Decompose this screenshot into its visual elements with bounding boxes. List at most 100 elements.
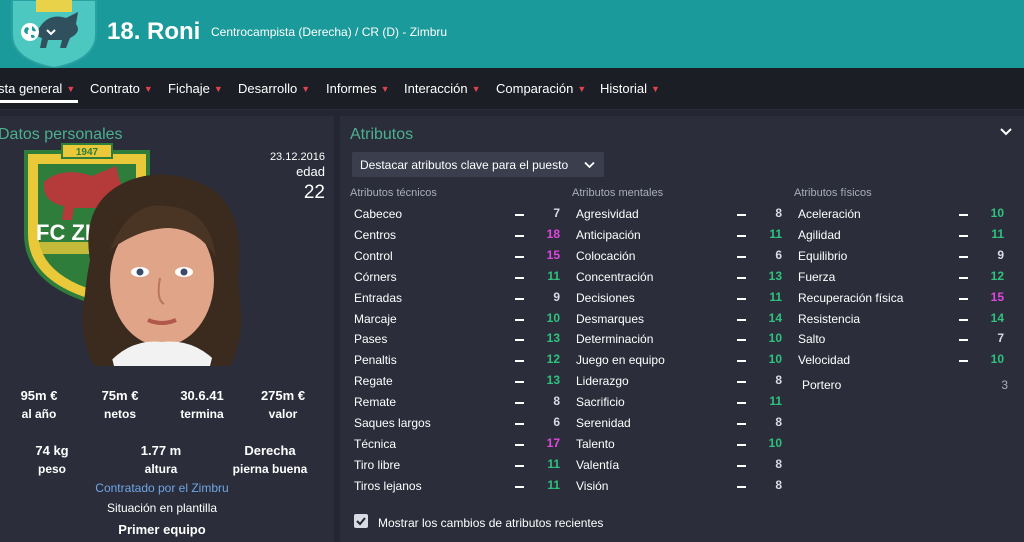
- attribute-value: 10: [546, 310, 560, 325]
- tab-reports[interactable]: Informes ▼: [326, 81, 390, 96]
- attribute-row[interactable]: Salto 7: [794, 329, 1004, 350]
- globe-icon[interactable]: [20, 22, 40, 42]
- age-label: edad: [296, 164, 325, 179]
- attribute-row[interactable]: Fuerza 12: [794, 267, 1004, 288]
- attribute-value: 11: [769, 226, 782, 241]
- attribute-row[interactable]: Desmarques 14: [572, 309, 782, 330]
- attribute-trend-icon: [959, 318, 968, 321]
- attribute-trend-icon: [959, 339, 968, 342]
- attribute-trend-icon: [737, 276, 746, 279]
- attribute-name: Técnica: [354, 436, 397, 451]
- attribute-row[interactable]: Entradas 9: [350, 288, 560, 309]
- contract-expiry-stat: 30.6.41 termina: [180, 388, 224, 421]
- attribute-name: Talento: [576, 436, 615, 451]
- attribute-name: Cabeceo: [354, 207, 403, 221]
- chevron-down-icon[interactable]: [45, 26, 57, 38]
- technical-header: Atributos técnicos: [350, 187, 437, 199]
- attribute-trend-icon: [515, 339, 524, 342]
- height-stat: 1.77 m altura: [140, 443, 182, 476]
- attribute-trend-icon: [515, 464, 524, 467]
- attribute-row[interactable]: Anticipación 11: [572, 225, 782, 246]
- attribute-trend-icon: [959, 276, 968, 279]
- attribute-row[interactable]: Sacrificio 11: [572, 392, 782, 413]
- attribute-row[interactable]: Decisiones 11: [572, 288, 782, 309]
- attribute-name: Entradas: [354, 290, 403, 305]
- contract-link[interactable]: Contratado por el Zimbru: [0, 481, 324, 495]
- attribute-row[interactable]: Penaltis 12: [350, 350, 560, 371]
- attribute-row[interactable]: Velocidad 10: [794, 350, 1004, 371]
- attribute-trend-icon: [959, 214, 968, 216]
- attribute-value: 8: [775, 477, 782, 492]
- attribute-row[interactable]: Juego en equipo 10: [572, 350, 782, 371]
- attribute-value: 13: [768, 268, 782, 283]
- attribute-row[interactable]: Córners 11: [350, 267, 560, 288]
- attribute-row[interactable]: Remate 8: [350, 392, 560, 413]
- attribute-row[interactable]: Agilidad 11: [794, 225, 1004, 246]
- attribute-trend-icon: [515, 402, 524, 405]
- attribute-name: Valentía: [576, 457, 620, 472]
- attribute-name: Equilibrio: [798, 248, 848, 263]
- attribute-row[interactable]: Serenidad 8: [572, 413, 782, 434]
- player-nav: sta general ▼ Contrato ▼ Fichaje ▼ Desarrol…: [0, 68, 1024, 110]
- attribute-value: 17: [546, 435, 560, 450]
- active-tab-indicator: [0, 100, 78, 103]
- attribute-row[interactable]: Cabeceo 7: [350, 204, 560, 225]
- attribute-row[interactable]: Tiro libre 11: [350, 455, 560, 476]
- attribute-value: 10: [768, 435, 782, 450]
- player-position: Centrocampista (Derecha) / CR (D) - Zimb…: [211, 25, 448, 39]
- attribute-row[interactable]: Talento 10: [572, 434, 782, 455]
- attribute-trend-icon: [515, 423, 524, 425]
- attribute-row[interactable]: Equilibrio 9: [794, 246, 1004, 267]
- attribute-row[interactable]: Concentración 13: [572, 267, 782, 288]
- tab-overview[interactable]: sta general ▼: [0, 81, 75, 96]
- attribute-row[interactable]: Colocación 6: [572, 246, 782, 267]
- attribute-row[interactable]: Tiros lejanos 11: [350, 476, 560, 497]
- attribute-trend-icon: [959, 360, 968, 363]
- attribute-row[interactable]: Liderazgo 8: [572, 371, 782, 392]
- attribute-value: 11: [547, 477, 560, 492]
- attribute-row[interactable]: Valentía 8: [572, 455, 782, 476]
- attribute-name: Agilidad: [798, 227, 841, 242]
- attribute-row[interactable]: Regate 13: [350, 371, 560, 392]
- attribute-row[interactable]: Agresividad 8: [572, 204, 782, 225]
- physical-header: Atributos físicos: [794, 187, 872, 199]
- tab-history[interactable]: Historial ▼: [600, 81, 660, 96]
- recent-changes-checkbox[interactable]: [354, 514, 368, 528]
- attribute-row[interactable]: Recuperación física 15: [794, 288, 1004, 309]
- attribute-trend-icon: [959, 234, 968, 237]
- chevron-down-icon: [584, 161, 595, 169]
- attribute-trend-icon: [515, 255, 524, 258]
- chevron-down-icon[interactable]: [1000, 127, 1012, 137]
- crest-year: 1947: [76, 147, 99, 158]
- tab-interaction[interactable]: Interacción ▼: [404, 81, 481, 96]
- highlight-attributes-dropdown[interactable]: Destacar atributos clave para el puesto: [352, 152, 604, 177]
- attribute-name: Regate: [354, 374, 393, 389]
- player-face-image: [82, 174, 242, 366]
- attribute-value: 11: [991, 226, 1004, 241]
- attribute-row[interactable]: Pases 13: [350, 329, 560, 350]
- attribute-name: Centros: [354, 227, 397, 242]
- value-stat: 275m € valor: [260, 388, 306, 421]
- attribute-value: 8: [775, 373, 782, 388]
- attribute-row[interactable]: Aceleración 10: [794, 204, 1004, 225]
- attribute-row[interactable]: Visión 8: [572, 476, 782, 497]
- attribute-row[interactable]: Control 15: [350, 246, 560, 267]
- attribute-row[interactable]: Saques largos 6: [350, 413, 560, 434]
- attribute-trend-icon: [737, 318, 746, 321]
- attribute-trend-icon: [737, 381, 746, 384]
- attribute-row[interactable]: Marcaje 10: [350, 309, 560, 330]
- attribute-row[interactable]: Resistencia 14: [794, 309, 1004, 330]
- attribute-row[interactable]: Determinación 10: [572, 329, 782, 350]
- squad-status-label: Situación en plantilla: [106, 501, 218, 515]
- attribute-row[interactable]: Técnica 17: [350, 434, 560, 455]
- attribute-row[interactable]: Centros 18: [350, 225, 560, 246]
- tab-transfer[interactable]: Fichaje ▼: [168, 81, 223, 96]
- attribute-value: 15: [990, 289, 1004, 304]
- attribute-trend-icon: [737, 234, 746, 237]
- attribute-trend-icon: [515, 381, 524, 384]
- attribute-value: 10: [990, 206, 1004, 220]
- tab-development[interactable]: Desarrollo ▼: [238, 81, 310, 96]
- tab-contract[interactable]: Contrato ▼: [90, 81, 153, 96]
- attribute-value: 10: [768, 352, 782, 367]
- tab-comparison[interactable]: Comparación ▼: [496, 81, 586, 96]
